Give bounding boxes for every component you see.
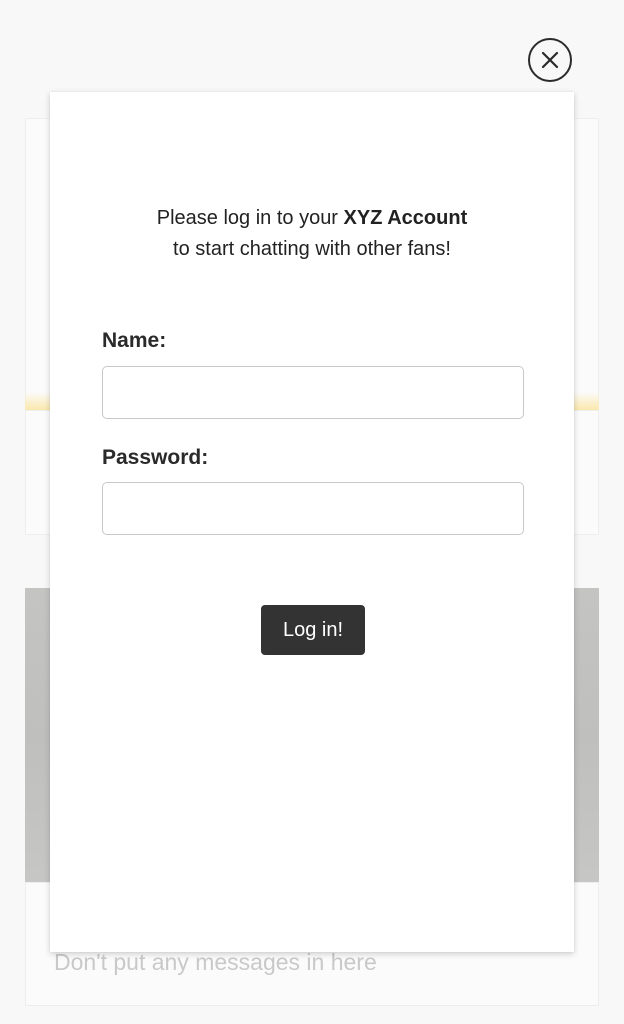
- intro-line-2: to start chatting with other fans!: [173, 238, 451, 260]
- intro-line-1: Please log in to your XYZ Account: [50, 203, 574, 234]
- password-input[interactable]: [102, 482, 524, 535]
- page: Don't put any messages in here Please lo…: [0, 0, 624, 1024]
- login-button[interactable]: Log in!: [261, 605, 365, 655]
- name-label: Name:: [102, 329, 167, 352]
- intro-brand: XYZ Account: [343, 207, 468, 229]
- login-modal: Please log in to your XYZ Account to sta…: [50, 92, 574, 952]
- intro-prefix: Please log in to your: [156, 207, 344, 229]
- name-input[interactable]: [102, 366, 524, 419]
- background-message-input: Don't put any messages in here: [54, 949, 377, 975]
- close-button[interactable]: [528, 38, 572, 82]
- login-intro-text: Please log in to your XYZ Account to sta…: [50, 203, 574, 265]
- password-label: Password:: [102, 446, 209, 469]
- close-icon: [541, 51, 559, 69]
